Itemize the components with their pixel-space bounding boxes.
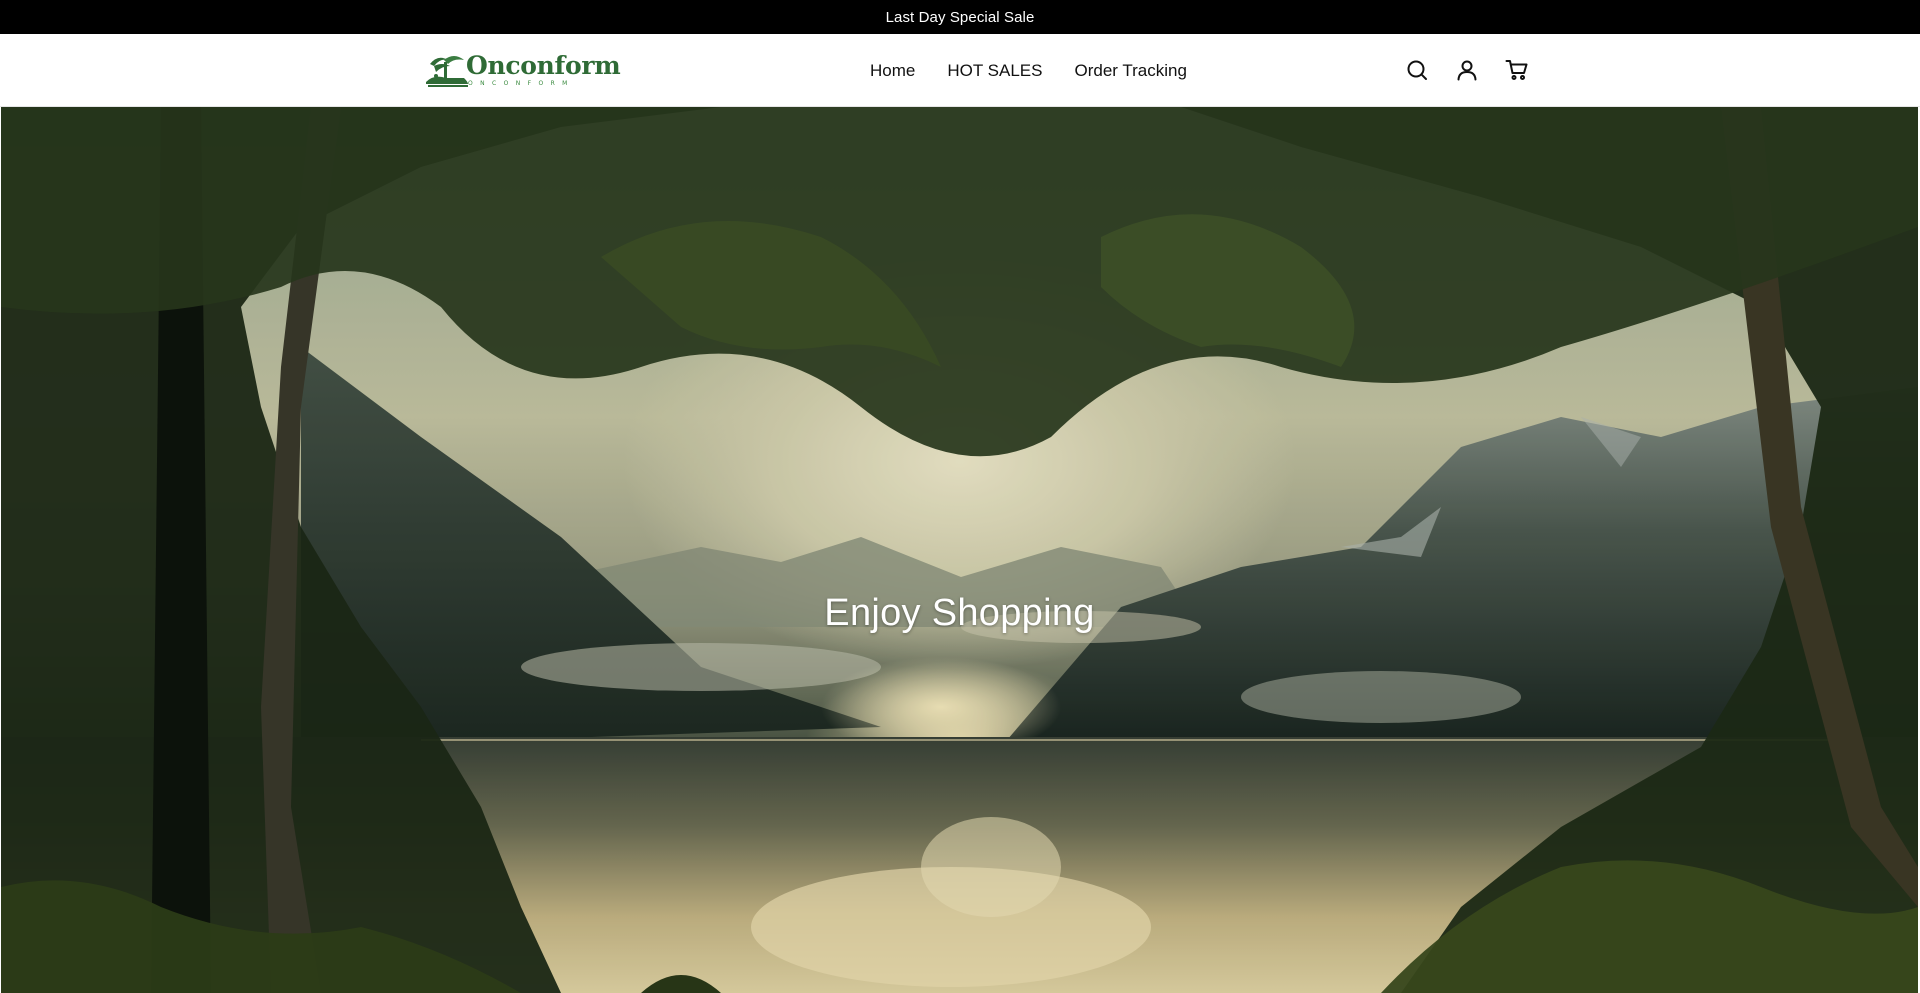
main-nav: Home HOT SALES Order Tracking: [870, 34, 1219, 107]
logo[interactable]: Onconform ONCONFORM: [424, 50, 621, 90]
announcement-text: Last Day Special Sale: [885, 8, 1035, 26]
nav-home[interactable]: Home: [870, 61, 915, 81]
site-header: Onconform ONCONFORM Home HOT SALES Order…: [0, 34, 1920, 107]
logo-name: Onconform: [466, 51, 621, 80]
palm-logo-icon: [426, 56, 468, 87]
forest-lake-scene: [1, 107, 1918, 993]
announcement-bar: Last Day Special Sale: [0, 0, 1920, 34]
search-button[interactable]: [1402, 55, 1432, 85]
logo-subtext: ONCONFORM: [468, 80, 575, 87]
nav-order-tracking[interactable]: Order Tracking: [1074, 61, 1186, 81]
hero-banner: Enjoy Shopping: [1, 107, 1918, 993]
account-icon: [1457, 60, 1477, 81]
account-button[interactable]: [1452, 55, 1482, 85]
hero-title: Enjoy Shopping: [824, 592, 1095, 634]
header-icons: [1402, 55, 1552, 85]
cart-icon: [1505, 60, 1528, 80]
search-icon: [1407, 60, 1427, 80]
cart-button[interactable]: [1502, 55, 1532, 85]
nav-hot-sales[interactable]: HOT SALES: [947, 61, 1042, 81]
